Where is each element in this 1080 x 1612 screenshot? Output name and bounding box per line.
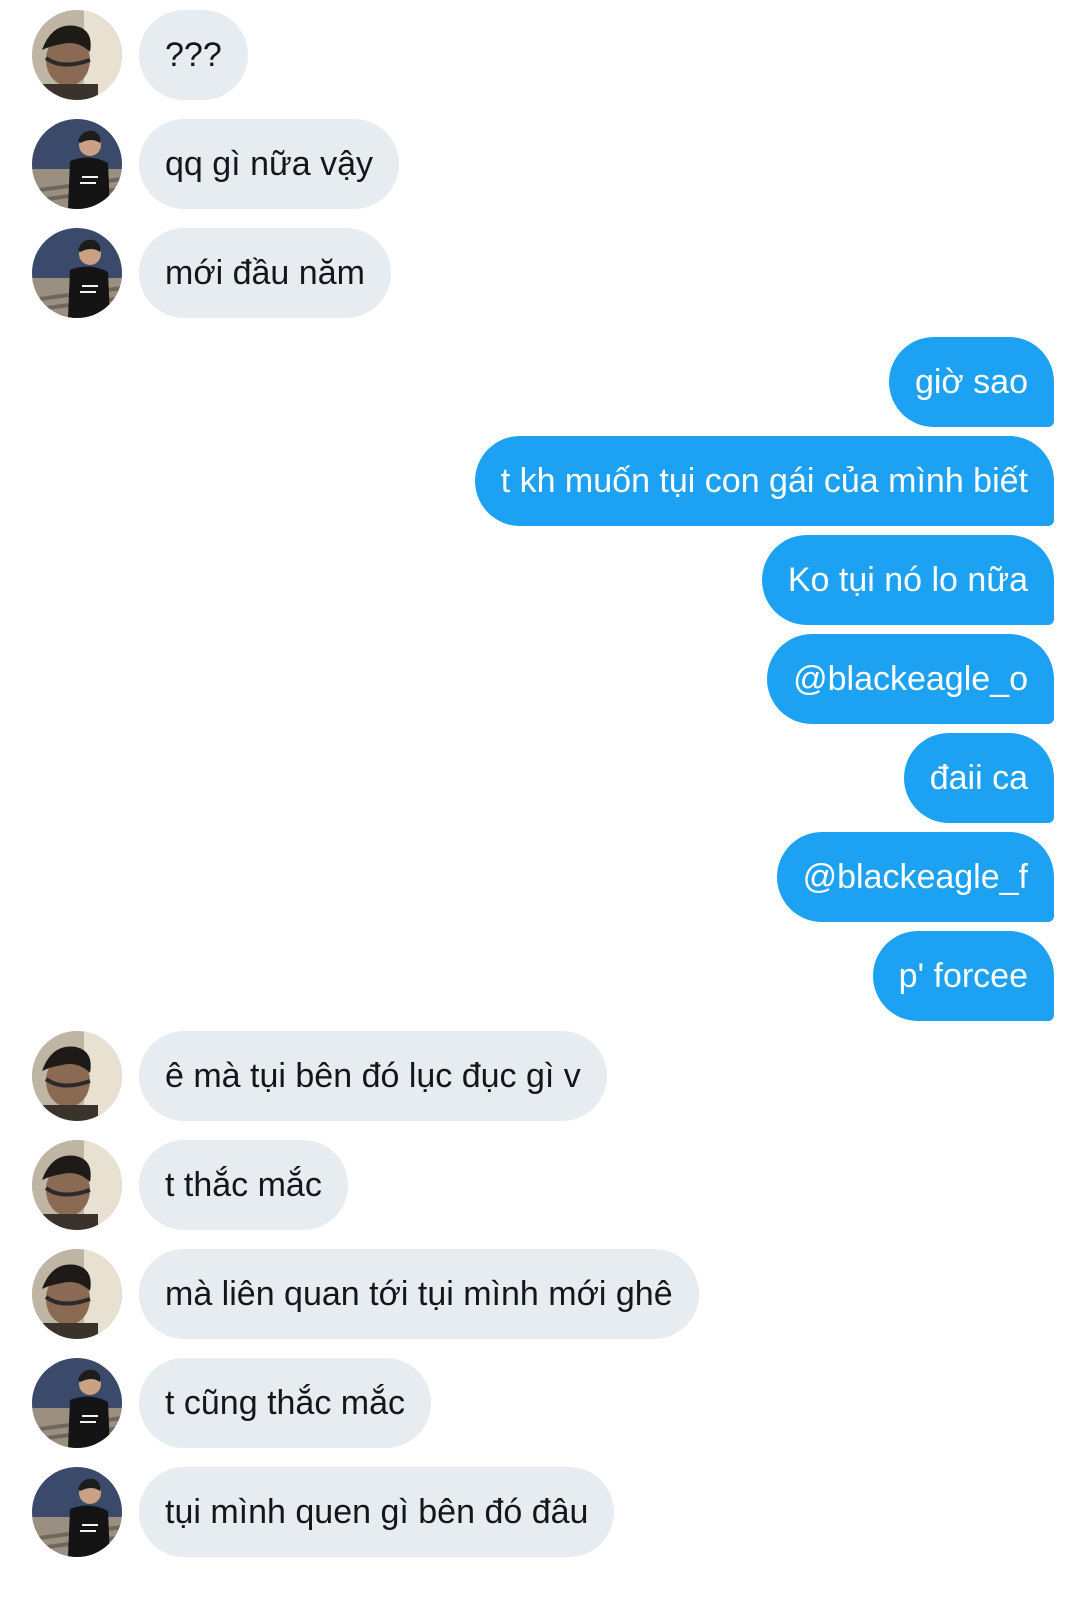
message-row: p' forcee (0, 931, 1080, 1021)
avatar[interactable] (32, 1249, 122, 1339)
avatar[interactable] (32, 228, 122, 318)
message-row: mà liên quan tới tụi mình mới ghê (0, 1249, 1080, 1339)
message-bubble[interactable]: mới đầu năm (139, 228, 391, 318)
avatar[interactable] (32, 119, 122, 209)
message-row: Ko tụi nó lo nữa (0, 535, 1080, 625)
message-bubble[interactable]: @blackeagle_f (776, 832, 1054, 922)
avatar[interactable] (32, 10, 122, 100)
message-row: ??? (0, 10, 1080, 100)
message-row: giờ sao (0, 337, 1080, 427)
message-row: mới đầu năm (0, 228, 1080, 318)
message-row: tụi mình quen gì bên đó đâu (0, 1467, 1080, 1557)
message-bubble[interactable]: mà liên quan tới tụi mình mới ghê (139, 1249, 699, 1339)
message-row: @blackeagle_o (0, 634, 1080, 724)
conversation: ??? qq gì nữa vậy mới đầu năm giờ sao t … (0, 0, 1080, 1612)
avatar[interactable] (32, 1358, 122, 1448)
message-row: t thắc mắc (0, 1140, 1080, 1230)
avatar[interactable] (32, 1031, 122, 1121)
message-bubble[interactable]: đaii ca (903, 733, 1054, 823)
message-row: đaii ca (0, 733, 1080, 823)
avatar[interactable] (32, 1140, 122, 1230)
message-row: qq gì nữa vậy (0, 119, 1080, 209)
message-bubble[interactable]: giờ sao (888, 337, 1054, 427)
message-row: @blackeagle_f (0, 832, 1080, 922)
message-row: ê mà tụi bên đó lục đục gì v (0, 1031, 1080, 1121)
message-bubble[interactable]: qq gì nữa vậy (139, 119, 400, 209)
message-row: t cũng thắc mắc (0, 1358, 1080, 1448)
message-bubble[interactable]: ??? (139, 10, 248, 100)
message-bubble[interactable]: t kh muốn tụi con gái của mình biết (474, 436, 1054, 526)
message-bubble[interactable]: t cũng thắc mắc (139, 1358, 432, 1448)
message-row: t kh muốn tụi con gái của mình biết (0, 436, 1080, 526)
message-bubble[interactable]: t thắc mắc (139, 1140, 348, 1230)
message-bubble[interactable]: p' forcee (872, 931, 1054, 1021)
message-bubble[interactable]: tụi mình quen gì bên đó đâu (139, 1467, 615, 1557)
message-bubble[interactable]: Ko tụi nó lo nữa (761, 535, 1054, 625)
message-bubble[interactable]: ê mà tụi bên đó lục đục gì v (139, 1031, 607, 1121)
avatar[interactable] (32, 1467, 122, 1557)
message-bubble[interactable]: @blackeagle_o (767, 634, 1054, 724)
